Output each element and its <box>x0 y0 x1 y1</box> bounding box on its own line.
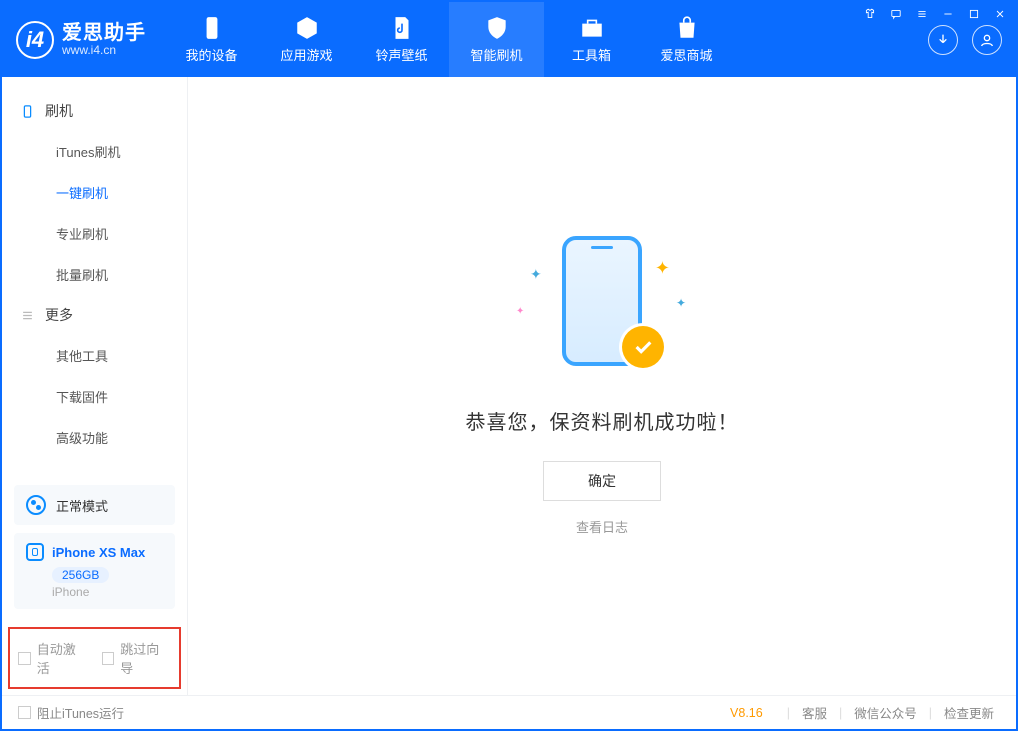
menu-icon[interactable] <box>914 6 930 22</box>
sidebar-group-flash: 刷机 <box>2 91 187 131</box>
nav-tabs: 我的设备 应用游戏 铃声壁纸 智能刷机 工具箱 爱思商城 <box>164 2 734 77</box>
checkbox-icon <box>18 652 31 665</box>
shield-refresh-icon <box>484 15 510 41</box>
link-wechat[interactable]: 微信公众号 <box>848 703 923 722</box>
header: i4 爱思助手 www.i4.cn 我的设备 应用游戏 铃声壁纸 智能刷机 <box>2 2 1016 77</box>
tab-apps-games[interactable]: 应用游戏 <box>259 2 354 77</box>
sparkle-icon: ✦ <box>676 296 686 310</box>
tab-toolbox[interactable]: 工具箱 <box>544 2 639 77</box>
device-icon <box>20 104 35 119</box>
device-type: iPhone <box>52 585 163 599</box>
phone-icon <box>199 15 225 41</box>
tab-store[interactable]: 爱思商城 <box>639 2 734 77</box>
mode-label: 正常模式 <box>56 496 108 515</box>
sidebar-group-more: 更多 <box>2 295 187 335</box>
device-name: iPhone XS Max <box>52 545 145 560</box>
device-card[interactable]: iPhone XS Max 256GB iPhone <box>14 533 175 609</box>
sidebar-item-advanced[interactable]: 高级功能 <box>2 417 187 458</box>
feedback-icon[interactable] <box>888 6 904 22</box>
tab-label: 工具箱 <box>572 45 611 64</box>
tab-label: 爱思商城 <box>660 45 712 64</box>
checkbox-auto-activate[interactable]: 自动激活 <box>18 639 88 677</box>
app-name-cn: 爱思助手 <box>62 22 146 44</box>
sparkle-icon: ✦ <box>530 266 542 283</box>
maximize-button[interactable] <box>966 6 982 22</box>
sidebar-item-pro-flash[interactable]: 专业刷机 <box>2 213 187 254</box>
version-label: V8.16 <box>730 706 763 720</box>
app-name-en: www.i4.cn <box>62 44 146 57</box>
tab-label: 应用游戏 <box>280 45 332 64</box>
view-log-link[interactable]: 查看日志 <box>576 517 628 536</box>
check-badge-icon <box>622 326 664 368</box>
downloads-button[interactable] <box>928 25 958 55</box>
checkbox-icon <box>18 706 31 719</box>
tab-label: 铃声壁纸 <box>375 45 427 64</box>
tab-label: 智能刷机 <box>470 45 522 64</box>
mode-card[interactable]: 正常模式 <box>14 485 175 525</box>
main-panel: ✦ ✦ ✦ ✦ 恭喜您，保资料刷机成功啦！ 确定 查看日志 <box>188 77 1016 695</box>
checkbox-icon <box>102 652 115 665</box>
tab-ringtone-wallpaper[interactable]: 铃声壁纸 <box>354 2 449 77</box>
shirt-icon[interactable] <box>862 6 878 22</box>
device-capacity: 256GB <box>52 567 109 583</box>
status-bar: 阻止iTunes运行 V8.16 | 客服 | 微信公众号 | 检查更新 <box>2 695 1016 729</box>
sparkle-icon: ✦ <box>516 306 524 317</box>
sidebar-item-batch-flash[interactable]: 批量刷机 <box>2 254 187 295</box>
device-card-icon <box>26 543 44 561</box>
cube-icon <box>294 15 320 41</box>
body: 刷机 iTunes刷机 一键刷机 专业刷机 批量刷机 更多 其他工具 下载固件 … <box>2 77 1016 695</box>
minimize-button[interactable] <box>940 6 956 22</box>
bag-icon <box>674 15 700 41</box>
mode-icon <box>26 495 46 515</box>
music-file-icon <box>389 15 415 41</box>
success-illustration: ✦ ✦ ✦ ✦ <box>512 236 692 376</box>
list-icon <box>20 308 35 323</box>
link-check-update[interactable]: 检查更新 <box>938 703 1000 722</box>
success-title: 恭喜您，保资料刷机成功啦！ <box>466 406 739 435</box>
logo-icon: i4 <box>16 21 54 59</box>
tab-label: 我的设备 <box>185 45 237 64</box>
close-button[interactable] <box>992 6 1008 22</box>
window-controls <box>862 6 1008 22</box>
toolbox-icon <box>579 15 605 41</box>
sparkle-icon: ✦ <box>655 258 670 279</box>
checkbox-skip-guide[interactable]: 跳过向导 <box>102 639 172 677</box>
sidebar-item-download-firmware[interactable]: 下载固件 <box>2 376 187 417</box>
ok-button[interactable]: 确定 <box>543 461 661 501</box>
logo: i4 爱思助手 www.i4.cn <box>2 2 164 77</box>
tab-my-device[interactable]: 我的设备 <box>164 2 259 77</box>
sidebar-item-oneclick-flash[interactable]: 一键刷机 <box>2 172 187 213</box>
sidebar: 刷机 iTunes刷机 一键刷机 专业刷机 批量刷机 更多 其他工具 下载固件 … <box>2 77 188 695</box>
checkbox-block-itunes[interactable]: 阻止iTunes运行 <box>18 703 124 722</box>
tab-smart-flash[interactable]: 智能刷机 <box>449 2 544 77</box>
app-window: i4 爱思助手 www.i4.cn 我的设备 应用游戏 铃声壁纸 智能刷机 <box>0 0 1018 731</box>
link-support[interactable]: 客服 <box>796 703 833 722</box>
account-button[interactable] <box>972 25 1002 55</box>
sidebar-item-other-tools[interactable]: 其他工具 <box>2 335 187 376</box>
sidebar-item-itunes-flash[interactable]: iTunes刷机 <box>2 131 187 172</box>
highlighted-options: 自动激活 跳过向导 <box>8 627 181 689</box>
